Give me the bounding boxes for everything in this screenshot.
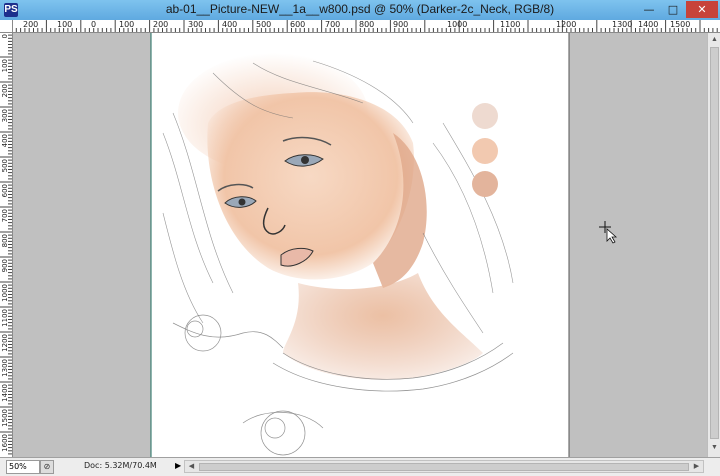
swatch-dark-skin[interactable]	[472, 171, 498, 197]
close-button[interactable]: ✕	[686, 1, 718, 18]
ruler-label: 800	[359, 20, 375, 29]
horizontal-ruler[interactable]: 200 100 0 100 200 300 400 500 600 700 80…	[0, 20, 720, 33]
ruler-label: 200	[23, 20, 39, 29]
ruler-label: 300	[1, 109, 9, 123]
status-menu-button[interactable]: ▶	[175, 461, 181, 470]
ruler-label: 500	[256, 20, 272, 29]
status-bar: 50% ⊘ Doc: 5.32M/70.4M ▶ ◀ ▶	[0, 457, 720, 476]
ruler-label: 100	[57, 20, 73, 29]
ruler-origin[interactable]	[0, 20, 13, 33]
ruler-label: 700	[1, 209, 9, 223]
ruler-label: 1400	[638, 20, 659, 29]
ruler-label: 1500	[1, 409, 9, 427]
ruler-label: 1000	[1, 284, 9, 302]
ruler-label: 1000	[447, 20, 468, 29]
ruler-label: 600	[290, 20, 306, 29]
document-canvas[interactable]	[13, 33, 707, 457]
ruler-label: 1200	[1, 334, 9, 352]
ruler-label: 100	[1, 59, 9, 73]
ruler-label: 1200	[556, 20, 577, 29]
right-pupil	[238, 198, 246, 206]
ruler-label: 0	[91, 20, 97, 29]
ruler-label: 200	[153, 20, 169, 29]
scroll-down-button[interactable]: ▼	[708, 441, 720, 455]
document-window: PS ab-01__Picture-NEW__1a__w800.psd @ 50…	[0, 0, 720, 476]
ruler-label: 900	[393, 20, 409, 29]
ruler-label: 900	[1, 259, 9, 273]
ruler-label: 1600	[1, 434, 9, 452]
ruler-label: 0	[1, 34, 9, 39]
title-bar[interactable]: PS ab-01__Picture-NEW__1a__w800.psd @ 50…	[0, 0, 720, 20]
scroll-left-button[interactable]: ◀	[185, 461, 198, 472]
horizontal-scrollbar[interactable]: ◀ ▶	[184, 460, 704, 473]
left-pupil	[301, 156, 309, 164]
horizontal-scroll-thumb[interactable]	[199, 463, 689, 471]
ruler-label: 700	[325, 20, 341, 29]
ruler-label: 1300	[612, 20, 633, 29]
ruler-label: 300	[188, 20, 204, 29]
ruler-label: 800	[1, 234, 9, 248]
vertical-scroll-thumb[interactable]	[710, 47, 719, 439]
vertical-scrollbar[interactable]: ▲ ▼	[707, 33, 720, 457]
vertical-ruler[interactable]: 0 100 200 300 400 500 600 700 800 900 10…	[0, 32, 13, 457]
ruler-label: 1400	[1, 384, 9, 402]
window-title: ab-01__Picture-NEW__1a__w800.psd @ 50% (…	[165, 2, 555, 16]
ruler-label: 500	[1, 159, 9, 173]
ruler-label: 400	[222, 20, 238, 29]
ruler-label: 400	[1, 134, 9, 148]
scroll-right-button[interactable]: ▶	[690, 461, 703, 472]
swatch-light-skin[interactable]	[472, 103, 498, 129]
swatch-mid-skin[interactable]	[472, 138, 498, 164]
document-size-info[interactable]: Doc: 5.32M/70.4M	[84, 461, 157, 470]
ruler-label: 200	[1, 84, 9, 98]
ruler-label: 1500	[670, 20, 691, 29]
zoom-level-field[interactable]: 50%	[6, 460, 40, 474]
ruler-label: 600	[1, 184, 9, 198]
scroll-up-button[interactable]: ▲	[708, 33, 720, 47]
ruler-label: 1100	[500, 20, 521, 29]
minimize-button[interactable]: —	[638, 1, 660, 18]
canvas-workspace[interactable]	[13, 33, 707, 457]
ruler-label: 1300	[1, 359, 9, 377]
crosshair-icon	[599, 221, 618, 244]
proof-settings-icon[interactable]: ⊘	[40, 460, 54, 474]
maximize-button[interactable]: □	[662, 1, 684, 18]
ruler-label: 100	[119, 20, 135, 29]
ruler-label: 1100	[1, 309, 9, 327]
